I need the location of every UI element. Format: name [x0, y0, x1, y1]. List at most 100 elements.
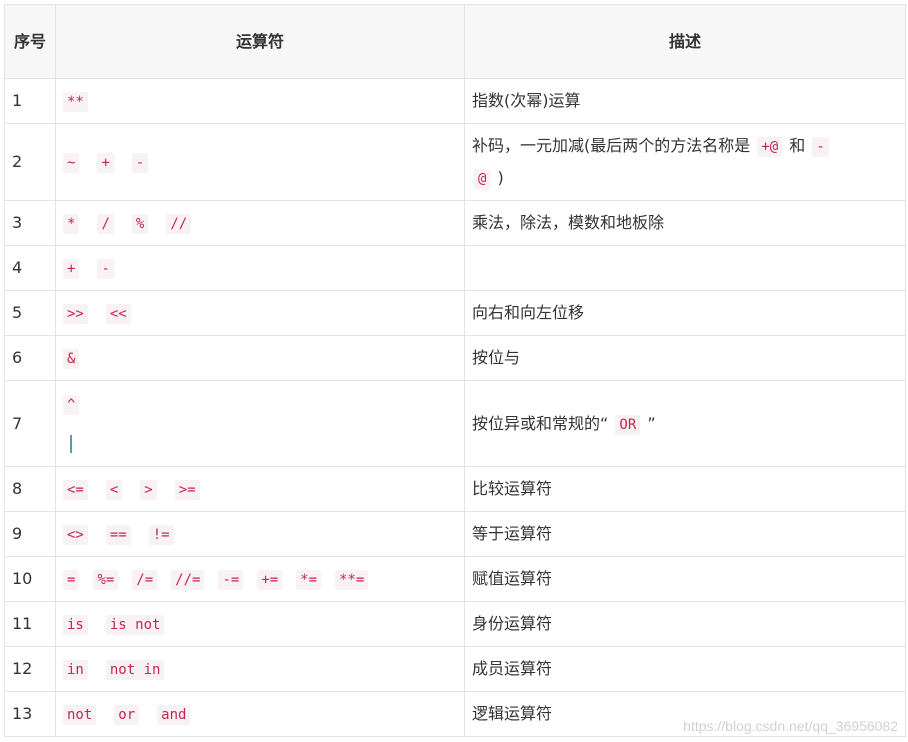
row-number: 11: [4, 601, 56, 647]
operator-code: *: [63, 214, 80, 234]
row-operators: = %= /= //= -= += *= **=: [55, 556, 465, 602]
description-text: 补码，一元加减(最后两个的方法名称是: [472, 136, 751, 155]
header-number: 序号: [4, 4, 56, 79]
row-description: 指数(次幂)运算: [464, 78, 906, 124]
description-text: ): [497, 168, 504, 187]
operator-code: <<: [105, 304, 131, 324]
operator-code: is not: [105, 615, 165, 635]
operator-code: **: [63, 92, 88, 112]
row-description: 等于运算符: [464, 511, 906, 557]
operator-code: !=: [148, 525, 174, 545]
row-operators: in not in: [55, 646, 465, 692]
row-operators: <> == !=: [55, 511, 465, 557]
row-operators: + -: [55, 245, 465, 291]
operator-code: =: [63, 570, 80, 590]
row-description: 按位异或和常规的“ OR ”: [464, 380, 906, 467]
table-row: 3 * /% // 乘法，除法，模数和地板除: [4, 200, 906, 246]
header-description: 描述: [464, 4, 906, 79]
row-number: 7: [4, 380, 56, 467]
row-operators: **: [55, 78, 465, 124]
operator-code: -: [131, 153, 149, 173]
operator-code: //=: [171, 570, 205, 590]
operator-code: *=: [296, 570, 322, 590]
operator-code: and: [157, 705, 191, 725]
row-description: 比较运算符: [464, 466, 906, 512]
row-description: 成员运算符: [464, 646, 906, 692]
row-operators: >> <<: [55, 290, 465, 336]
operator-code: >: [140, 480, 157, 500]
row-description: 按位与: [464, 335, 906, 381]
row-operators: * /% //: [55, 200, 465, 246]
description-text: 按位异或和常规的“: [472, 413, 609, 433]
operator-code: ~: [63, 153, 80, 173]
operator-code: ==: [105, 525, 131, 545]
operator-code: **=: [335, 570, 369, 590]
operator-code: >>: [63, 304, 88, 324]
operator-code: not: [63, 705, 97, 725]
operator-code: <>: [63, 525, 88, 545]
table-row: 5 >> << 向右和向左位移: [4, 290, 906, 336]
row-number: 10: [4, 556, 56, 602]
inline-code: -: [812, 137, 829, 157]
operator-code: &: [63, 349, 80, 369]
operator-code: <=: [63, 480, 88, 500]
row-operators: <= < > >=: [55, 466, 465, 512]
row-description: 身份运算符: [464, 601, 906, 647]
operator-code: +: [63, 259, 80, 279]
operator-code: >=: [174, 480, 200, 500]
operator-code: or: [114, 705, 140, 725]
row-number: 6: [4, 335, 56, 381]
description-text: ”: [647, 413, 656, 433]
operator-code: in: [63, 660, 88, 680]
table-row: 8 <= < > >= 比较运算符: [4, 466, 906, 512]
description-text: 和: [789, 136, 806, 155]
row-number: 1: [4, 78, 56, 124]
operator-code: %: [131, 214, 149, 234]
header-operator: 运算符: [55, 4, 465, 79]
operator-code: not in: [105, 660, 165, 680]
row-number: 13: [4, 691, 56, 737]
operator-code: is: [63, 615, 88, 635]
row-description: 乘法，除法，模数和地板除: [464, 200, 906, 246]
row-number: 2: [4, 123, 56, 201]
table-row: 10 = %= /= //= -= += *= **= 赋值运算符: [4, 556, 906, 602]
table-header-row: 序号 运算符 描述: [4, 4, 906, 79]
row-number: 4: [4, 245, 56, 291]
row-operators: ^: [55, 380, 465, 467]
row-number: 3: [4, 200, 56, 246]
table-row: 4 + -: [4, 245, 906, 291]
table-row: 1 ** 指数(次幂)运算: [4, 78, 906, 124]
table-row: 11 is is not 身份运算符: [4, 601, 906, 647]
inline-code: OR: [615, 414, 641, 435]
operator-code: ^: [63, 394, 80, 415]
table-row: 2 ~ + - 补码，一元加减(最后两个的方法名称是 +@ 和 - @ ): [4, 123, 906, 201]
inline-code: +@: [757, 137, 783, 157]
operator-stack: ^: [63, 393, 464, 455]
operator-code: //: [166, 214, 192, 234]
row-description: 向右和向左位移: [464, 290, 906, 336]
row-number: 9: [4, 511, 56, 557]
table-row: 12 in not in 成员运算符: [4, 646, 906, 692]
row-operators: is is not: [55, 601, 465, 647]
operator-code: %=: [93, 570, 119, 590]
table-row: 9 <> == != 等于运算符: [4, 511, 906, 557]
operator-code: +: [97, 153, 114, 173]
operator-code: -=: [218, 570, 244, 590]
operator-code: <: [105, 480, 123, 500]
row-description: [464, 245, 906, 291]
operator-code: -: [97, 259, 114, 279]
pipe-bar-mark: [70, 435, 72, 453]
operator-code: /: [97, 214, 114, 234]
row-number: 12: [4, 646, 56, 692]
row-number: 8: [4, 466, 56, 512]
operator-precedence-table: 序号 运算符 描述 1 ** 指数(次幂)运算 2 ~ + - 补码，一元加减(最后…: [4, 4, 906, 737]
row-description: 赋值运算符: [464, 556, 906, 602]
row-number: 5: [4, 290, 56, 336]
table-row: 6 & 按位与: [4, 335, 906, 381]
operator-code: +=: [257, 570, 283, 590]
operator-code: /=: [132, 570, 158, 590]
row-operators: &: [55, 335, 465, 381]
row-description: 补码，一元加减(最后两个的方法名称是 +@ 和 - @ ): [464, 123, 906, 201]
watermark-text: https://blog.csdn.net/qq_36956082: [683, 718, 898, 734]
inline-code: @: [474, 169, 491, 189]
